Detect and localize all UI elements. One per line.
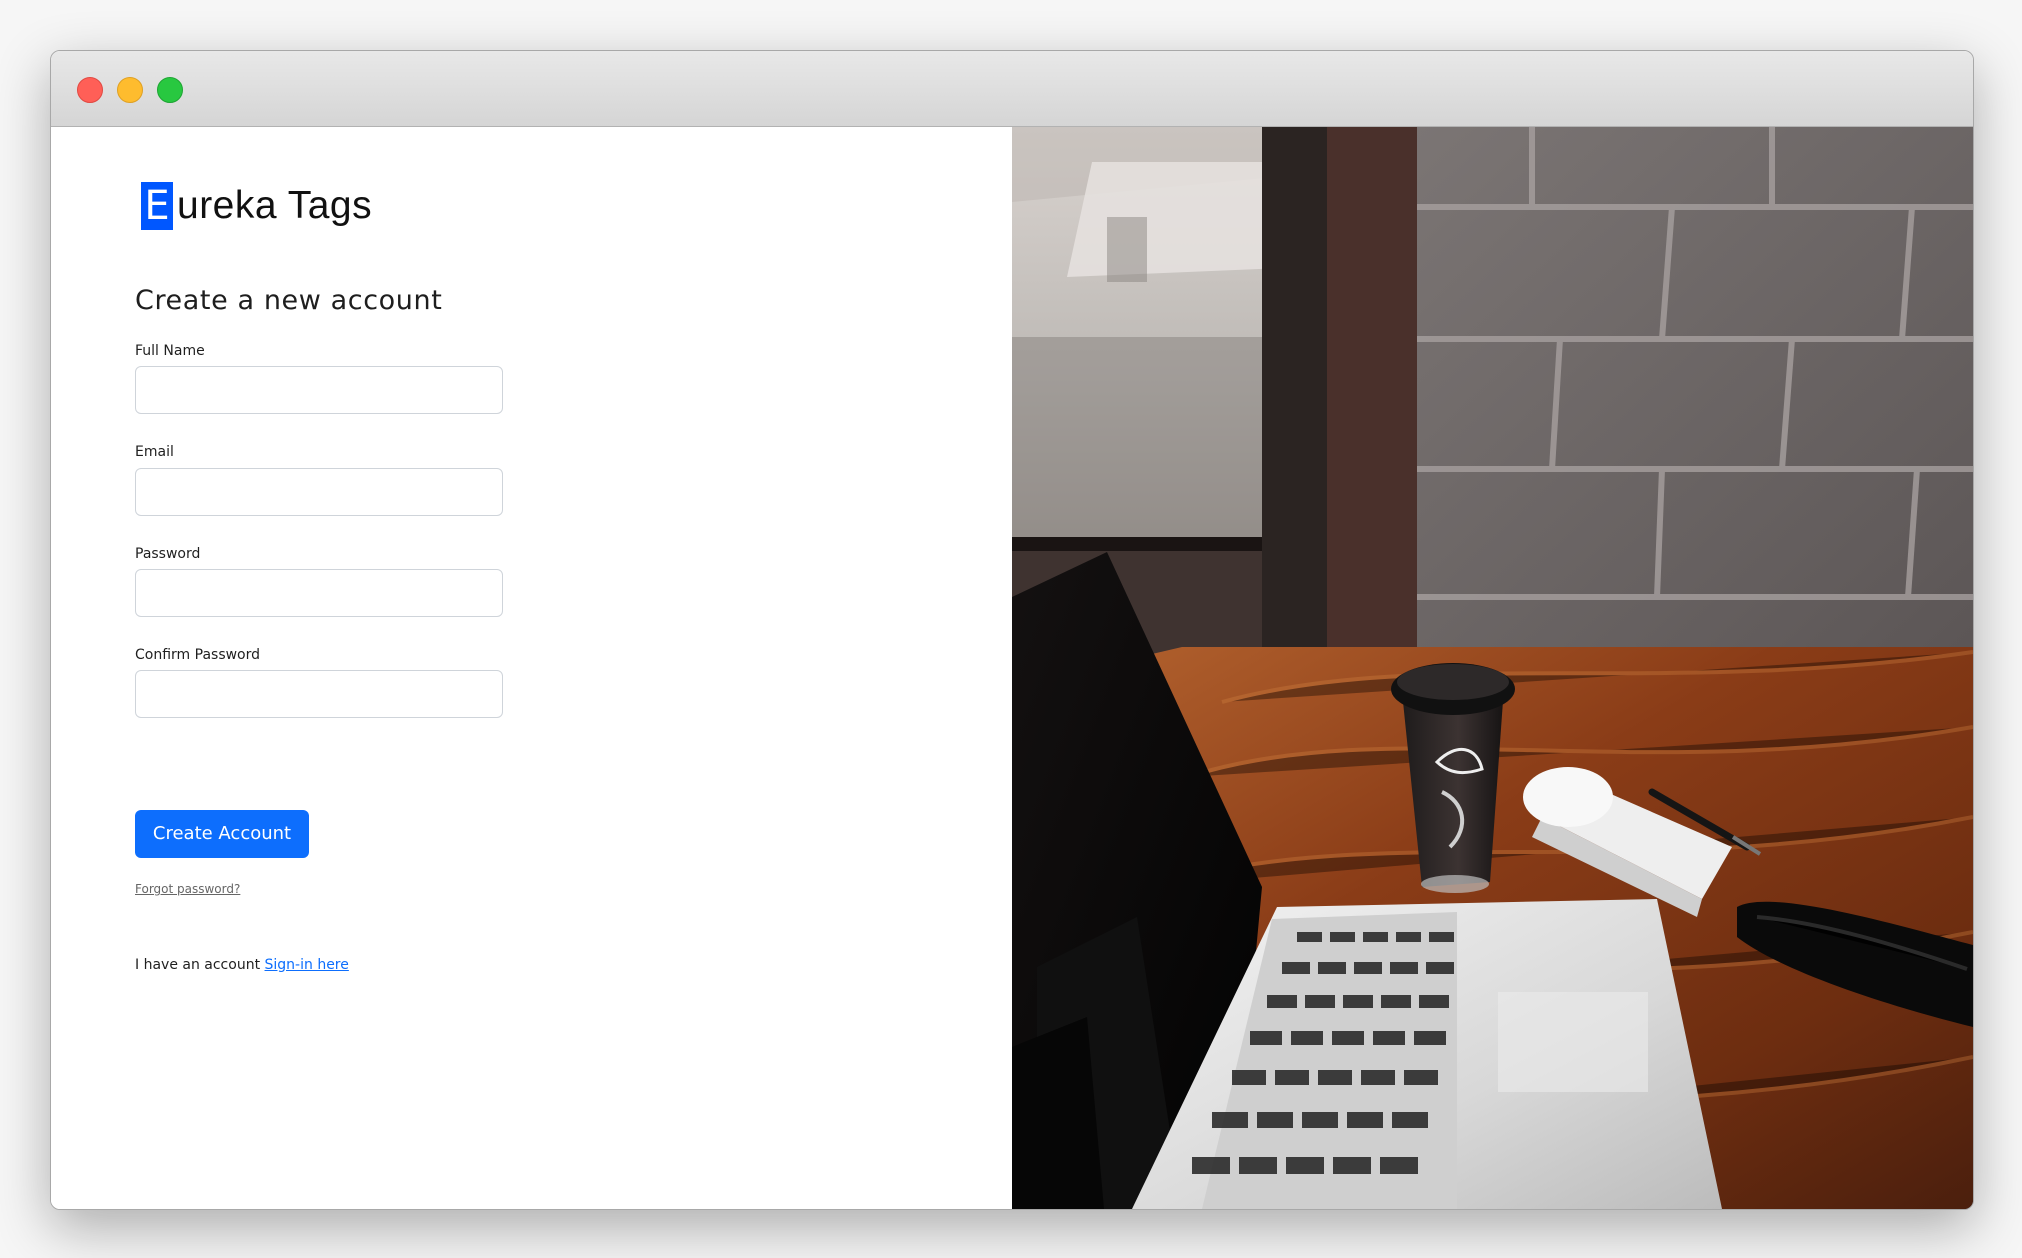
confirm-password-input[interactable]	[135, 670, 503, 718]
password-label: Password	[135, 546, 201, 562]
signin-prompt: I have an account Sign-in here	[135, 957, 349, 973]
minimize-window-button[interactable]	[117, 77, 143, 103]
signup-panel: E ureka Tags Create a new account Full N…	[51, 127, 1012, 1209]
logo-initial: E	[141, 182, 173, 230]
password-input[interactable]	[135, 569, 503, 617]
signin-link[interactable]: Sign-in here	[265, 957, 349, 973]
account-prompt-text: I have an account	[135, 957, 261, 973]
forgot-password-link[interactable]: Forgot password?	[135, 882, 240, 896]
signup-page: E ureka Tags Create a new account Full N…	[51, 127, 1973, 1209]
browser-window: E ureka Tags Create a new account Full N…	[50, 50, 1974, 1210]
window-titlebar	[51, 51, 1973, 127]
email-label: Email	[135, 444, 174, 460]
logo-text: ureka Tags	[177, 184, 373, 227]
confirm-password-label: Confirm Password	[135, 647, 261, 663]
maximize-window-button[interactable]	[157, 77, 183, 103]
page-title: Create a new account	[135, 285, 443, 316]
close-window-button[interactable]	[77, 77, 103, 103]
eureka-tags-logo: E ureka Tags	[141, 182, 372, 230]
full-name-label: Full Name	[135, 343, 205, 359]
create-account-button[interactable]: Create Account	[135, 810, 309, 858]
laptop-coffee-desk-image	[1012, 127, 1973, 1209]
full-name-input[interactable]	[135, 366, 503, 414]
hero-photo	[1012, 127, 1973, 1209]
email-input[interactable]	[135, 468, 503, 516]
